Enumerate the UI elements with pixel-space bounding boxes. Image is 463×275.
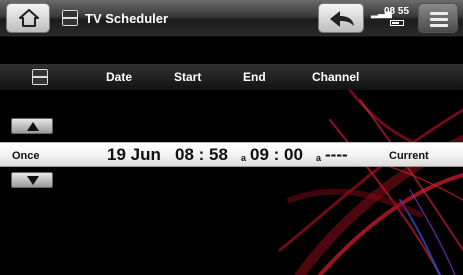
- back-arrow-icon: [330, 11, 354, 27]
- clock: 08 55: [384, 6, 410, 17]
- page-title: TV Scheduler: [85, 11, 169, 26]
- up-arrow-icon: [27, 122, 39, 131]
- start-ampm[interactable]: a: [241, 153, 246, 163]
- schedule-row[interactable]: Once 19 Jun 08 : 58 a 09 : 00 a ---- Cur…: [0, 142, 463, 167]
- column-end: End: [243, 70, 266, 84]
- tv-scheduler-icon: [62, 10, 78, 26]
- column-header: Date Start End Channel: [0, 64, 463, 90]
- column-date: Date: [106, 70, 133, 84]
- home-button[interactable]: [6, 3, 50, 33]
- calendar-icon: [32, 69, 48, 85]
- status-area: ▂▃▅ 08 55: [368, 4, 412, 32]
- scroll-down-button[interactable]: [11, 172, 53, 188]
- battery-icon: [390, 20, 404, 26]
- channel-value[interactable]: ----: [325, 145, 348, 165]
- top-bar: TV Scheduler ▂▃▅ 08 55: [0, 0, 463, 37]
- date-value[interactable]: 19 Jun: [107, 145, 161, 165]
- column-channel: Channel: [312, 70, 360, 84]
- column-start: Start: [174, 70, 202, 84]
- end-ampm[interactable]: a: [316, 153, 321, 163]
- start-time-value[interactable]: 08 : 58: [175, 145, 228, 165]
- end-time-value[interactable]: 09 : 00: [250, 145, 303, 165]
- back-button[interactable]: [318, 3, 364, 33]
- home-icon: [19, 9, 39, 27]
- down-arrow-icon: [27, 176, 39, 185]
- repeat-value[interactable]: Once: [12, 150, 40, 162]
- menu-icon: [430, 12, 448, 15]
- status-value: Current: [389, 150, 429, 162]
- background-art: [278, 88, 463, 275]
- menu-button[interactable]: [418, 3, 458, 33]
- scroll-up-button[interactable]: [11, 118, 53, 134]
